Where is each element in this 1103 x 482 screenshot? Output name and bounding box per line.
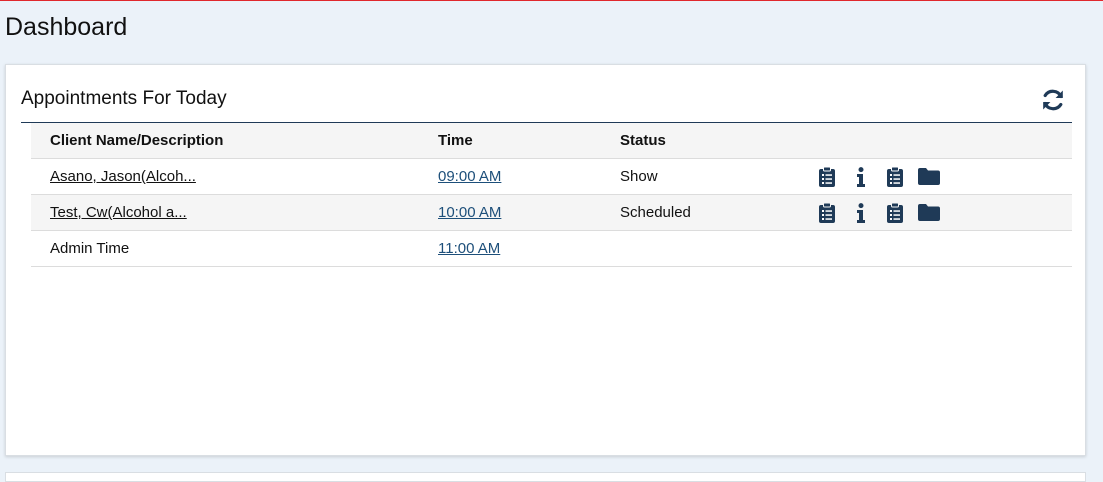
info-icon[interactable] xyxy=(844,201,878,225)
client-name-link[interactable]: Asano, Jason(Alcoh... xyxy=(50,168,196,185)
time-cell: 11:00 AM xyxy=(438,230,620,267)
client-cell: Test, Cw(Alcohol a... xyxy=(31,194,438,231)
clipboard-list-icon[interactable] xyxy=(878,165,912,189)
folder-icon[interactable] xyxy=(912,201,946,225)
status-cell xyxy=(620,230,810,267)
client-name-link[interactable]: Test, Cw(Alcohol a... xyxy=(50,204,187,221)
client-cell: Admin Time xyxy=(31,230,438,267)
column-header-status: Status xyxy=(620,123,810,159)
column-header-actions xyxy=(810,123,1072,159)
appointment-time-link[interactable]: 11:00 AM xyxy=(438,240,500,257)
time-cell: 09:00 AM xyxy=(438,158,620,195)
appointments-table: Client Name/Description Time Status Asan… xyxy=(31,123,1072,267)
page-title: Dashboard xyxy=(5,13,128,41)
actions-cell xyxy=(810,158,1072,195)
table-row: Test, Cw(Alcohol a... 10:00 AM Scheduled xyxy=(31,194,1072,231)
column-header-time: Time xyxy=(438,123,620,159)
actions-cell xyxy=(810,194,1072,231)
table-row: Admin Time 11:00 AM xyxy=(31,230,1072,267)
table-row: Asano, Jason(Alcoh... 09:00 AM Show xyxy=(31,158,1072,195)
actions-cell xyxy=(810,230,1072,267)
status-cell: Show xyxy=(620,158,810,195)
time-cell: 10:00 AM xyxy=(438,194,620,231)
clipboard-list-icon[interactable] xyxy=(810,201,844,225)
widget-title: Appointments For Today xyxy=(21,88,227,109)
appointment-time-link[interactable]: 10:00 AM xyxy=(438,204,501,221)
next-widget-edge xyxy=(5,472,1086,482)
appointments-widget: Appointments For Today Client Name/Descr… xyxy=(5,64,1086,456)
clipboard-list-icon[interactable] xyxy=(878,201,912,225)
client-cell: Asano, Jason(Alcoh... xyxy=(31,158,438,195)
status-cell: Scheduled xyxy=(620,194,810,231)
appointment-time-link[interactable]: 09:00 AM xyxy=(438,168,501,185)
table-header-row: Client Name/Description Time Status xyxy=(31,123,1072,159)
column-header-client: Client Name/Description xyxy=(31,123,438,159)
clipboard-list-icon[interactable] xyxy=(810,165,844,189)
top-accent-border xyxy=(0,0,1103,1)
refresh-button[interactable] xyxy=(1039,86,1067,114)
info-icon[interactable] xyxy=(844,165,878,189)
refresh-icon xyxy=(1043,89,1063,111)
folder-icon[interactable] xyxy=(912,165,946,189)
